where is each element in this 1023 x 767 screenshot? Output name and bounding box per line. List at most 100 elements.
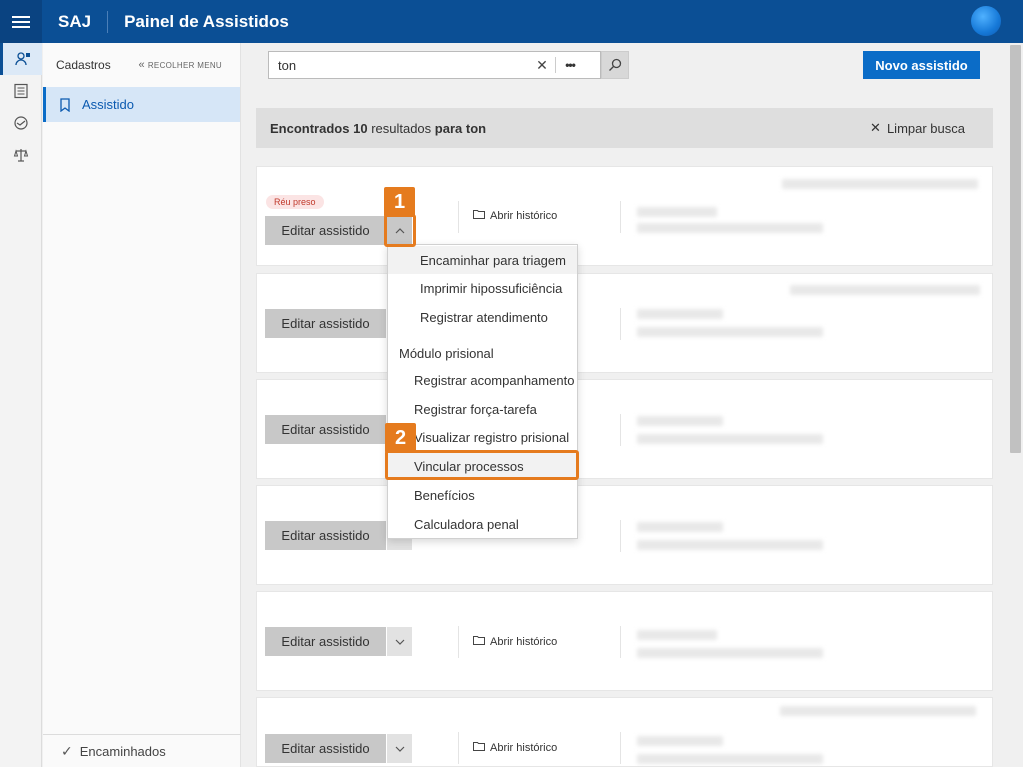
results-banner: Encontrados 10 resultados para ton ✕ Lim… (256, 108, 993, 148)
sidebar-footer-encaminhados[interactable]: ✓ Encaminhados (43, 734, 241, 767)
clear-search-label: Limpar busca (886, 120, 965, 136)
results-middle: resultados (371, 120, 432, 136)
scales-icon (13, 149, 29, 162)
menu-item-registrar-acompanhamento[interactable]: Registrar acompanhamento (388, 366, 577, 394)
close-icon: ✕ (870, 120, 881, 135)
rail-item-handshake[interactable] (0, 107, 42, 139)
chevron-down-icon (395, 746, 404, 752)
edit-assistido-button[interactable]: Editar assistido (265, 627, 386, 656)
avatar[interactable] (971, 6, 1001, 36)
rail-item-assistidos[interactable] (0, 43, 42, 75)
redacted-text (637, 630, 717, 640)
results-count: 10 (353, 120, 368, 136)
collapse-menu-button[interactable]: « RECOLHER MENU (138, 59, 222, 71)
callout-badge-2: 2 (385, 423, 416, 453)
edit-options-toggle[interactable] (386, 734, 412, 763)
redacted-text (637, 207, 717, 217)
divider (620, 626, 621, 658)
results-term: ton (465, 120, 487, 136)
redacted-text (637, 309, 723, 319)
edit-options-toggle[interactable] (386, 627, 412, 656)
clear-search-button[interactable]: ✕ Limpar busca (870, 120, 965, 136)
edit-assistido-button[interactable]: Editar assistido (265, 309, 386, 338)
brand-logo[interactable]: SAJ (42, 0, 107, 43)
divider (620, 201, 621, 233)
double-chevron-left-icon: « (138, 59, 145, 71)
redacted-text (637, 540, 823, 550)
check-icon: ✓ (61, 742, 73, 759)
redacted-text (637, 223, 823, 233)
result-card: Editar assistido Abrir histórico (256, 591, 993, 691)
redacted-text (637, 327, 823, 337)
list-icon (14, 83, 28, 99)
redacted-text (637, 416, 723, 426)
callout-highlight-1 (384, 214, 416, 247)
sidebar-title: Cadastros (56, 58, 111, 72)
open-history-label: Abrir histórico (490, 741, 558, 754)
folder-icon (473, 741, 485, 754)
folder-icon (473, 209, 485, 222)
rail-item-list[interactable] (0, 75, 42, 107)
search-icon (609, 58, 622, 71)
edit-assistido-button[interactable]: Editar assistido (265, 521, 386, 550)
menu-item-registrar-forca-tarefa[interactable]: Registrar força-tarefa (388, 395, 577, 423)
new-assistido-button[interactable]: Novo assistido (863, 51, 980, 79)
sidebar: Cadastros « RECOLHER MENU Assistido ✓ En… (43, 43, 241, 767)
redacted-text (637, 522, 723, 532)
divider (620, 308, 621, 340)
search-button[interactable] (601, 51, 629, 79)
collapse-menu-label: RECOLHER MENU (147, 60, 222, 70)
sidebar-item-label: Assistido (82, 97, 135, 112)
result-card: Editar assistido (256, 273, 993, 373)
redacted-text (637, 434, 823, 444)
callout-highlight-2 (385, 450, 579, 480)
chevron-down-icon (395, 639, 404, 645)
results-prefix: Encontrados (270, 120, 350, 136)
redacted-text (637, 648, 823, 658)
search-box: ✕ ••• (268, 51, 601, 79)
folder-icon (473, 635, 485, 648)
results-summary: Encontrados 10 resultados para ton (270, 121, 486, 136)
rail-item-scales[interactable] (0, 139, 42, 171)
encaminhados-label: Encaminhados (79, 743, 166, 759)
edit-assistido-button[interactable]: Editar assistido (265, 734, 386, 763)
redacted-text (637, 736, 723, 746)
page-title: Painel de Assistidos (124, 11, 289, 31)
menu-section-title: Módulo prisional (399, 346, 494, 361)
bookmark-icon (60, 97, 70, 112)
handshake-icon (14, 116, 28, 130)
search-input[interactable] (269, 57, 529, 73)
edit-assistido-button[interactable]: Editar assistido (265, 415, 386, 444)
open-history-label: Abrir histórico (490, 635, 558, 648)
open-history-label: Abrir histórico (490, 209, 558, 222)
open-history-link[interactable]: Abrir histórico (473, 635, 557, 648)
hamburger-menu-icon[interactable] (0, 0, 42, 43)
edit-assistido-button[interactable]: Editar assistido (265, 216, 386, 245)
menu-item-registrar-atendimento[interactable]: Registrar atendimento (388, 303, 577, 331)
menu-item-visualizar-registro-prisional[interactable]: Visualizar registro prisional (388, 423, 577, 451)
redacted-text (782, 179, 978, 189)
sidebar-item-assistido[interactable]: Assistido (43, 87, 240, 122)
menu-item-encaminhar-triagem[interactable]: Encaminhar para triagem (388, 246, 577, 274)
result-card: Editar assistido (256, 379, 993, 479)
redacted-text (637, 754, 823, 764)
open-history-link[interactable]: Abrir histórico (473, 209, 557, 222)
result-card: Réu preso Editar assistido Abrir históri… (256, 166, 993, 266)
clear-search-icon[interactable]: ✕ (529, 52, 555, 78)
scrollbar-thumb[interactable] (1010, 45, 1021, 453)
divider (620, 414, 621, 446)
result-card: Editar assistido Abrir histórico (256, 697, 993, 767)
divider (620, 732, 621, 764)
top-bar: SAJ Painel de Assistidos (0, 0, 1023, 43)
divider (620, 520, 621, 552)
divider (458, 626, 459, 658)
redacted-text (780, 706, 976, 716)
menu-item-calculadora-penal[interactable]: Calculadora penal (388, 510, 577, 538)
open-history-link[interactable]: Abrir histórico (473, 741, 557, 754)
more-options-icon[interactable]: ••• (556, 52, 584, 78)
person-icon (14, 52, 30, 66)
redacted-text (790, 285, 980, 295)
menu-item-imprimir-hipossuficiencia[interactable]: Imprimir hipossuficiência (388, 274, 577, 302)
menu-item-beneficios[interactable]: Benefícios (388, 481, 577, 509)
edit-options-menu: Encaminhar para triagem Imprimir hipossu… (387, 244, 578, 539)
